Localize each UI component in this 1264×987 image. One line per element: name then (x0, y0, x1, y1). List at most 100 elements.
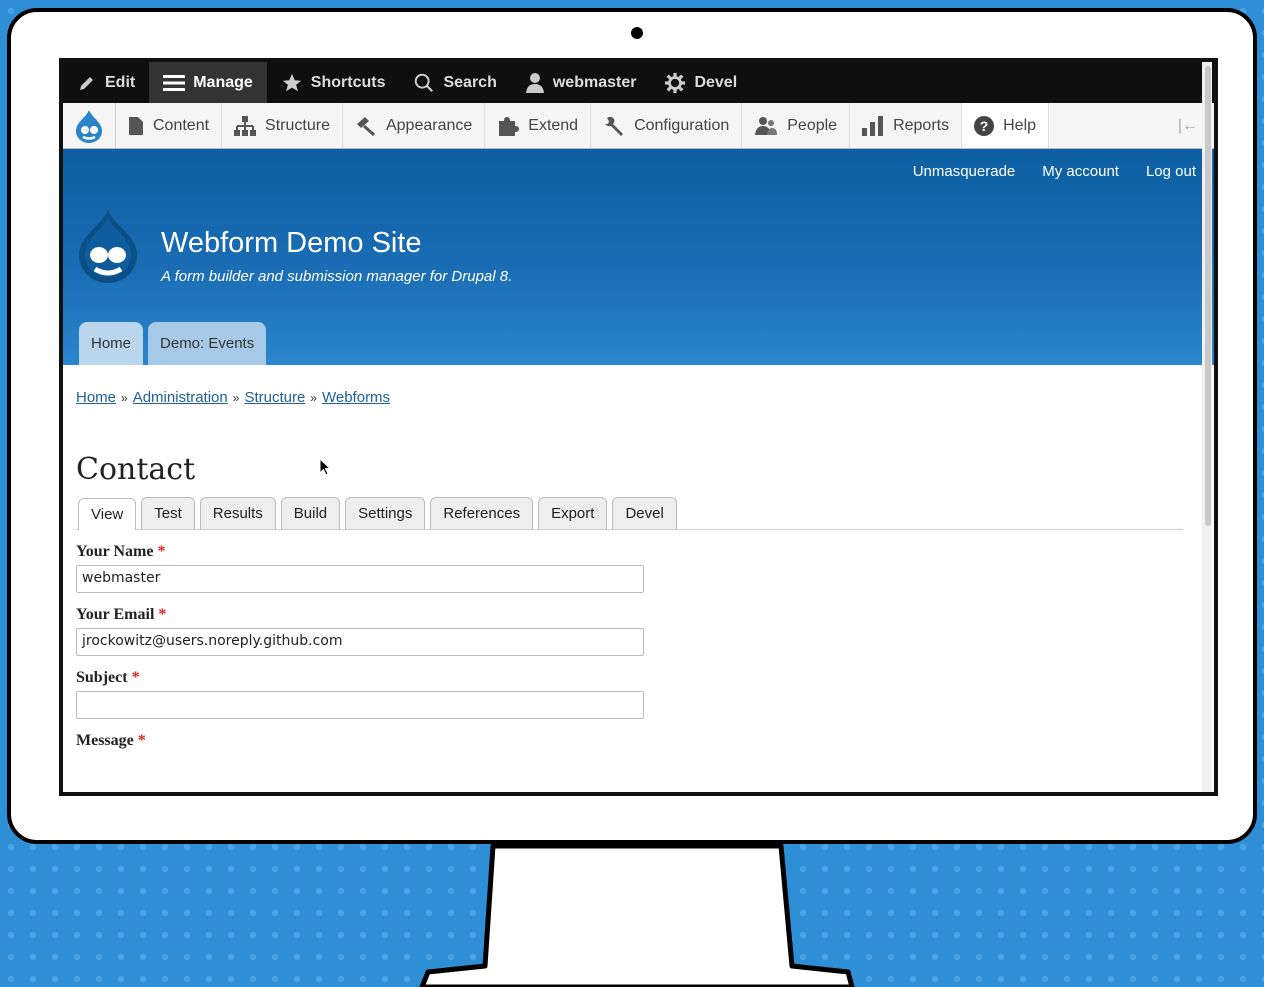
tray-people-label: People (787, 116, 838, 134)
gear-icon (665, 72, 686, 93)
tray-help-label: Help (1003, 116, 1037, 134)
my-account-link[interactable]: My account (1042, 163, 1119, 180)
your-name-field: Your Name * webmaster (76, 543, 1214, 593)
toolbar-shortcuts-label: Shortcuts (310, 73, 386, 91)
toolbar-tray: Content Structure Appearance Extend Conf… (63, 103, 1214, 149)
wrench-icon (605, 116, 624, 136)
required-marker: * (137, 732, 146, 749)
tab-export[interactable]: Export (538, 497, 608, 529)
search-icon (415, 73, 434, 92)
drupal-drop-icon (76, 109, 102, 143)
toolbar-devel-label: Devel (694, 73, 738, 91)
field-label: Subject * (76, 669, 1214, 687)
tab-settings[interactable]: Settings (345, 497, 426, 529)
required-marker: * (131, 669, 140, 686)
message-label: Message (76, 732, 134, 749)
breadcrumb-home[interactable]: Home (76, 389, 116, 406)
main-content: Home » Administration » Structure » Webforms C… (63, 389, 1214, 750)
toolbar-manage-label: Manage (193, 73, 253, 91)
toolbar-search[interactable]: Search (399, 62, 510, 103)
tab-devel[interactable]: Devel (612, 497, 677, 529)
tray-appearance[interactable]: Appearance (343, 103, 486, 148)
paintbrush-icon (356, 116, 375, 136)
page-title: Contact (76, 452, 196, 487)
help-icon: ? (974, 115, 995, 136)
site-name[interactable]: Webform Demo Site (161, 227, 422, 260)
drupal-home-icon[interactable] (63, 103, 116, 148)
field-label: Your Email * (76, 606, 1214, 624)
toolbar-manage[interactable]: Manage (149, 62, 267, 103)
subject-field: Subject * (76, 669, 1214, 719)
tab-view[interactable]: View (78, 498, 137, 530)
star-icon (282, 73, 301, 91)
breadcrumb-separator: » (310, 391, 317, 405)
tab-results[interactable]: Results (199, 497, 276, 529)
toolbar-search-label: Search (443, 73, 497, 91)
breadcrumb-administration[interactable]: Administration (133, 389, 228, 406)
tray-content[interactable]: Content (116, 103, 223, 148)
scrollbar-thumb[interactable] (1205, 66, 1211, 526)
mouse-cursor-icon (319, 458, 332, 476)
breadcrumb-structure[interactable]: Structure (244, 389, 305, 406)
subject-input[interactable] (76, 691, 644, 719)
tab-test[interactable]: Test (141, 497, 195, 529)
tray-people[interactable]: People (742, 103, 851, 148)
field-label: Message * (76, 732, 1214, 750)
svg-text:?: ? (980, 118, 989, 134)
page-icon (129, 116, 143, 135)
tray-content-label: Content (153, 116, 210, 134)
your-name-input[interactable]: webmaster (76, 565, 644, 593)
people-icon (755, 116, 778, 135)
tab-references[interactable]: References (430, 497, 534, 529)
tray-appearance-label: Appearance (385, 116, 473, 134)
tray-configuration-label: Configuration (634, 116, 730, 134)
tray-structure[interactable]: Structure (222, 103, 343, 148)
local-tasks: View Test Results Build Settings Referen… (76, 497, 1183, 530)
field-label: Your Name * (76, 543, 1214, 561)
hamburger-icon (163, 74, 186, 91)
toolbar-shortcuts[interactable]: Shortcuts (267, 62, 400, 103)
tray-configuration[interactable]: Configuration (591, 103, 743, 148)
breadcrumb-separator: » (232, 391, 240, 405)
your-name-label: Your Name (76, 543, 154, 560)
secondary-menu: Unmasquerade My account Log out (913, 163, 1196, 180)
log-out-link[interactable]: Log out (1146, 163, 1196, 180)
toolbar-user-label: webmaster (552, 73, 637, 91)
sitemap-icon (234, 115, 257, 136)
tray-extend[interactable]: Extend (485, 103, 592, 148)
toolbar-edit-label: Edit (105, 73, 136, 91)
tray-extend-label: Extend (528, 116, 579, 134)
drupal-logo[interactable] (75, 207, 141, 285)
toolbar-edit[interactable]: Edit (63, 62, 149, 103)
toolbar-devel[interactable]: Devel (650, 62, 751, 103)
site-slogan: A form builder and submission manager fo… (161, 268, 513, 285)
browser-screen: Edit Manage Shortcuts Search webmaster D… (59, 58, 1218, 796)
admin-toolbar: Edit Manage Shortcuts Search webmaster D… (63, 62, 1214, 103)
tab-demo-events[interactable]: Demo: Events (148, 322, 267, 365)
message-field: Message * (76, 732, 1214, 750)
your-email-label: Your Email (76, 606, 155, 623)
pencil-icon (80, 76, 93, 90)
tab-build[interactable]: Build (280, 497, 341, 529)
bar-chart-icon (862, 115, 884, 136)
tray-help[interactable]: ? Help (962, 103, 1050, 148)
toolbar-user[interactable]: webmaster (511, 62, 651, 103)
tray-reports[interactable]: Reports (850, 103, 963, 148)
tray-reports-label: Reports (893, 116, 950, 134)
unmasquerade-link[interactable]: Unmasquerade (913, 163, 1016, 180)
breadcrumb-webforms[interactable]: Webforms (322, 389, 390, 406)
required-marker: * (158, 606, 167, 623)
tab-home[interactable]: Home (79, 322, 144, 365)
puzzle-icon (499, 116, 520, 136)
user-icon (525, 72, 544, 93)
required-marker: * (157, 543, 166, 560)
your-email-field: Your Email * jrockowitz@users.noreply.git… (76, 606, 1214, 656)
site-header: Unmasquerade My account Log out Webform … (63, 149, 1214, 365)
breadcrumb-separator: » (121, 391, 128, 405)
breadcrumb: Home » Administration » Structure » Webforms (76, 389, 1214, 406)
page-scrollbar[interactable] (1202, 62, 1212, 792)
primary-tabs: Home Demo: Events (79, 322, 267, 365)
tray-structure-label: Structure (265, 116, 330, 134)
your-email-input[interactable]: jrockowitz@users.noreply.github.com (76, 628, 644, 656)
subject-label: Subject (76, 669, 128, 686)
